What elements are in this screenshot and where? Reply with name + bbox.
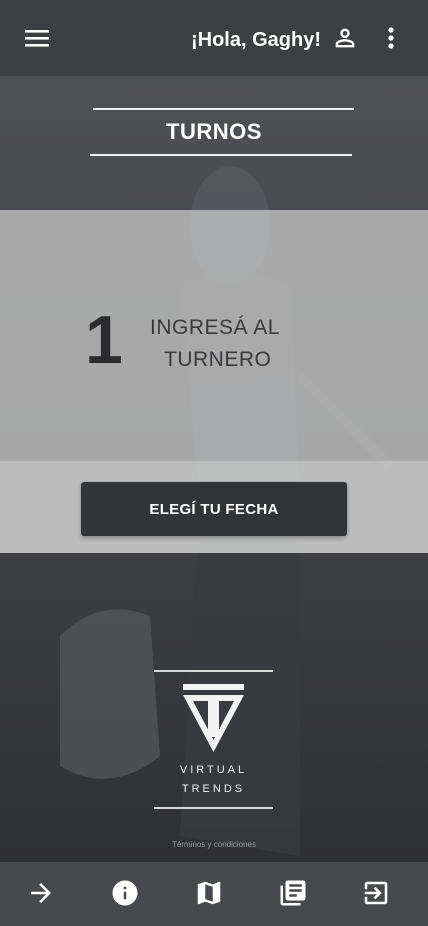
- library-books-icon: [280, 880, 306, 906]
- menu-icon: [25, 30, 49, 47]
- nav-info-button[interactable]: [110, 878, 140, 908]
- step-text-line1: INGRESÁ AL: [150, 316, 280, 339]
- step-text-line2: TURNERO: [164, 348, 272, 371]
- top-app-bar: ¡Hola, Gaghy!: [0, 0, 428, 76]
- logo-divider-top: [154, 670, 273, 672]
- brand-name-line2: TRENDS: [181, 783, 246, 795]
- bottom-navigation: [0, 862, 428, 926]
- page-title-block: TURNOS: [0, 108, 428, 158]
- nav-catalog-button[interactable]: [278, 878, 308, 908]
- virtual-trends-logo-icon: [183, 684, 244, 752]
- brand-name-line1: VIRTUAL: [179, 764, 248, 776]
- info-icon: [112, 880, 138, 906]
- more-vert-icon: [388, 27, 394, 49]
- nav-map-button[interactable]: [194, 878, 224, 908]
- brand-logo: VIRTUAL TRENDS: [154, 670, 273, 810]
- arrow-right-icon: [31, 883, 51, 903]
- step-panel: 1 INGRESÁ AL TURNERO ELEGÍ TU FECHA: [0, 210, 428, 553]
- choose-date-button[interactable]: ELEGÍ TU FECHA: [81, 482, 347, 536]
- terms-link[interactable]: Términos y condiciones: [0, 840, 428, 849]
- more-options-button[interactable]: [380, 24, 402, 52]
- title-divider-top: [93, 108, 354, 110]
- person-icon: [335, 28, 355, 48]
- map-icon: [197, 881, 221, 905]
- nav-forward-button[interactable]: [26, 878, 56, 908]
- page-title: TURNOS: [166, 119, 262, 144]
- exit-icon: [364, 881, 388, 905]
- profile-button[interactable]: [331, 24, 359, 52]
- title-divider-bottom: [90, 154, 352, 156]
- greeting-text: ¡Hola, Gaghy!: [190, 29, 321, 51]
- step-number: 1: [85, 302, 123, 378]
- menu-button[interactable]: [22, 24, 52, 54]
- logo-divider-bottom: [154, 807, 273, 809]
- nav-exit-button[interactable]: [361, 878, 391, 908]
